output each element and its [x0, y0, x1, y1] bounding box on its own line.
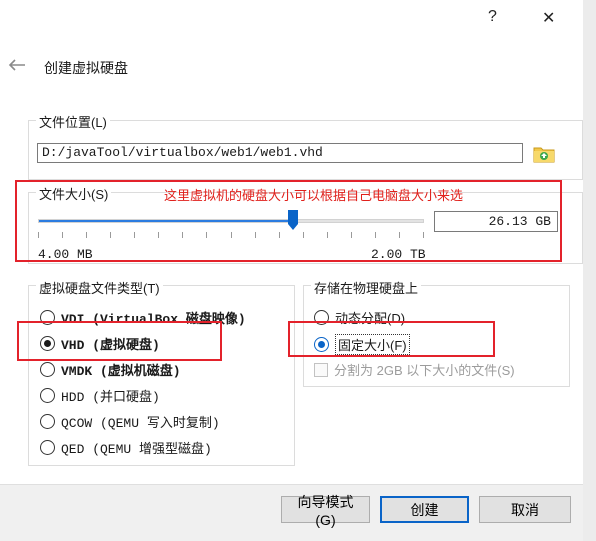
disk-type-label: 虚拟硬盘文件类型(T)	[36, 278, 163, 297]
slider-tick	[423, 232, 424, 238]
split-checkbox-label: 分割为 2GB 以下大小的文件(S)	[334, 363, 515, 378]
slider-tick	[134, 232, 136, 238]
radio-hdd-button[interactable]	[40, 388, 55, 403]
radio-qed-label: QED (QEMU 增强型磁盘)	[61, 442, 212, 457]
slider-tick	[302, 232, 304, 238]
radio-qcow-label: QCOW (QEMU 写入时复制)	[61, 416, 220, 431]
slider-tick	[110, 232, 112, 238]
radio-vmdk-button[interactable]	[40, 362, 55, 377]
background-window-strip	[583, 0, 596, 541]
annotation-box-vhd	[17, 321, 222, 361]
radio-qcow-button[interactable]	[40, 414, 55, 429]
slider-tick	[374, 232, 376, 238]
radio-qed-button[interactable]	[40, 440, 55, 455]
close-icon[interactable]: ✕	[542, 8, 555, 28]
create-button[interactable]: 创建	[380, 496, 469, 523]
size-slider-ticks	[38, 232, 424, 238]
split-checkbox-row[interactable]: 分割为 2GB 以下大小的文件(S)	[314, 360, 515, 379]
size-slider-track[interactable]	[38, 219, 424, 223]
slider-tick	[206, 232, 208, 238]
file-path-input[interactable]: D:/javaTool/virtualbox/web1/web1.vhd	[37, 143, 523, 163]
size-slider-thumb[interactable]	[287, 209, 299, 231]
slider-tick	[38, 232, 39, 238]
storage-label: 存储在物理硬盘上	[311, 278, 422, 297]
radio-vmdk[interactable]: VMDK (虚拟机磁盘)	[40, 360, 181, 379]
cancel-button[interactable]: 取消	[479, 496, 571, 523]
annotation-box-fixed	[288, 321, 495, 357]
slider-tick	[278, 232, 280, 238]
back-arrow-icon[interactable]	[6, 56, 28, 74]
slider-tick	[86, 232, 88, 238]
size-slider-fill	[39, 220, 294, 222]
slider-tick	[398, 232, 400, 238]
slider-tick	[182, 232, 184, 238]
radio-qed[interactable]: QED (QEMU 增强型磁盘)	[40, 438, 212, 457]
slider-tick	[158, 232, 160, 238]
slider-tick	[350, 232, 352, 238]
file-location-label: 文件位置(L)	[36, 112, 110, 131]
split-checkbox[interactable]	[314, 362, 328, 377]
wizard-title: 创建虚拟硬盘	[44, 60, 128, 76]
guided-mode-button[interactable]: 向导模式(G)	[281, 494, 370, 528]
slider-tick	[62, 232, 64, 238]
size-max-label: 2.00 TB	[371, 247, 426, 262]
slider-tick	[254, 232, 256, 238]
radio-vmdk-label: VMDK (虚拟机磁盘)	[61, 364, 181, 379]
radio-qcow[interactable]: QCOW (QEMU 写入时复制)	[40, 412, 220, 431]
slider-tick	[326, 232, 328, 238]
create-virtual-disk-dialog: ? ✕ 创建虚拟硬盘 文件位置(L) D:/javaTool/virtualbo…	[0, 0, 583, 541]
size-min-label: 4.00 MB	[38, 247, 93, 262]
folder-icon[interactable]	[532, 141, 556, 165]
slider-tick	[230, 232, 232, 238]
size-value-input[interactable]: 26.13 GB	[434, 211, 558, 232]
help-icon[interactable]: ?	[488, 8, 497, 26]
radio-hdd[interactable]: HDD (并口硬盘)	[40, 386, 160, 405]
radio-hdd-label: HDD (并口硬盘)	[61, 390, 160, 405]
